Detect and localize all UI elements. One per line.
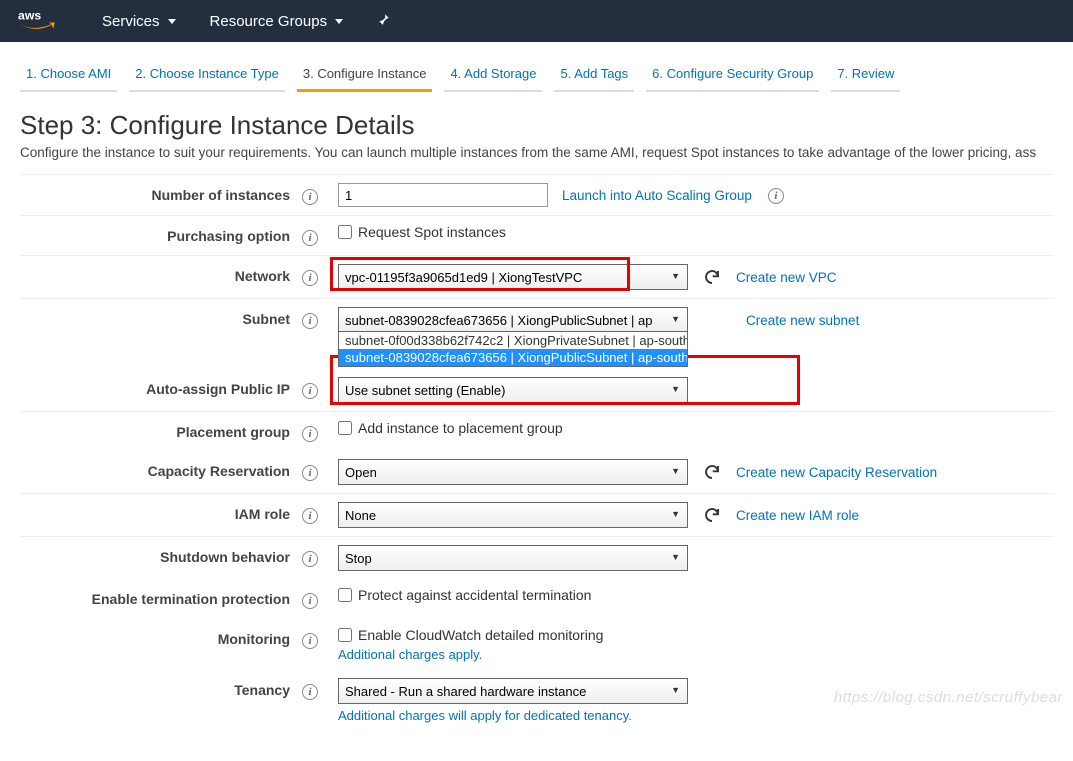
row-termination: Enable termination protection i Protect …: [20, 579, 1053, 619]
info-icon[interactable]: i: [766, 186, 786, 204]
label-auto-ip: Auto-assign Public IP: [20, 377, 300, 397]
tab-configure-instance[interactable]: 3. Configure Instance: [297, 60, 433, 92]
placement-checkbox-label: Add instance to placement group: [358, 420, 563, 436]
top-nav: aws Services Resource Groups: [0, 0, 1073, 42]
row-shutdown: Shutdown behavior i Stop: [20, 536, 1053, 579]
tab-choose-ami[interactable]: 1. Choose AMI: [20, 60, 117, 92]
nav-resource-groups-label: Resource Groups: [210, 13, 328, 30]
info-icon[interactable]: i: [300, 377, 320, 399]
page-title: Step 3: Configure Instance Details: [20, 110, 1053, 141]
create-vpc-link[interactable]: Create new VPC: [736, 270, 837, 285]
info-icon[interactable]: i: [300, 545, 320, 567]
info-icon[interactable]: i: [300, 627, 320, 649]
row-capacity: Capacity Reservation i Open Create new C…: [20, 451, 1053, 493]
row-num-instances: Number of instances i Launch into Auto S…: [20, 174, 1053, 215]
tab-add-tags[interactable]: 5. Add Tags: [554, 60, 634, 92]
create-capacity-link[interactable]: Create new Capacity Reservation: [736, 465, 937, 480]
placement-checkbox[interactable]: [338, 421, 352, 435]
info-icon[interactable]: i: [300, 459, 320, 481]
refresh-icon[interactable]: [702, 267, 722, 287]
info-icon[interactable]: i: [300, 587, 320, 609]
nav-services-label: Services: [102, 13, 160, 30]
num-instances-input[interactable]: [338, 183, 548, 207]
create-subnet-link[interactable]: Create new subnet: [746, 313, 859, 328]
tenancy-select[interactable]: Shared - Run a shared hardware instance: [338, 678, 688, 704]
placement-checkbox-row[interactable]: Add instance to placement group: [338, 420, 563, 436]
subnet-select[interactable]: subnet-0839028cfea673656 | XiongPublicSu…: [338, 307, 688, 333]
label-subnet: Subnet: [20, 307, 300, 327]
tab-choose-instance-type[interactable]: 2. Choose Instance Type: [129, 60, 285, 92]
info-icon[interactable]: i: [300, 224, 320, 246]
monitoring-checkbox-row[interactable]: Enable CloudWatch detailed monitoring: [338, 627, 1053, 643]
info-icon[interactable]: i: [300, 502, 320, 524]
subnet-option-selected[interactable]: subnet-0839028cfea673656 | XiongPublicSu…: [339, 349, 687, 366]
refresh-icon[interactable]: [702, 505, 722, 525]
row-purchasing: Purchasing option i Request Spot instanc…: [20, 215, 1053, 255]
termination-checkbox[interactable]: [338, 588, 352, 602]
label-network: Network: [20, 264, 300, 284]
tab-review[interactable]: 7. Review: [831, 60, 900, 92]
page-description: Configure the instance to suit your requ…: [20, 145, 1053, 160]
auto-scaling-link[interactable]: Launch into Auto Scaling Group: [562, 188, 752, 203]
watermark: https://blog.csdn.net/scruffybear: [834, 689, 1063, 706]
info-icon[interactable]: i: [300, 678, 320, 700]
network-select[interactable]: vpc-01195f3a9065d1ed9 | XiongTestVPC: [338, 264, 688, 290]
pin-icon[interactable]: [377, 12, 391, 31]
monitoring-checkbox[interactable]: [338, 628, 352, 642]
subnet-option[interactable]: subnet-0f00d338b62f742c2 | XiongPrivateS…: [339, 332, 687, 349]
row-placement: Placement group i Add instance to placem…: [20, 411, 1053, 451]
label-tenancy: Tenancy: [20, 678, 300, 698]
tab-add-storage[interactable]: 4. Add Storage: [444, 60, 542, 92]
label-monitoring: Monitoring: [20, 627, 300, 647]
row-network: Network i vpc-01195f3a9065d1ed9 | XiongT…: [20, 255, 1053, 298]
row-iam: IAM role i None Create new IAM role: [20, 493, 1053, 536]
spot-checkbox[interactable]: [338, 225, 352, 239]
tenancy-charges-text: Additional charges will apply for dedica…: [338, 708, 1053, 723]
info-icon[interactable]: i: [300, 420, 320, 442]
nav-resource-groups[interactable]: Resource Groups: [210, 13, 344, 30]
monitoring-checkbox-label: Enable CloudWatch detailed monitoring: [358, 627, 603, 643]
label-num-instances: Number of instances: [20, 183, 300, 203]
label-iam: IAM role: [20, 502, 300, 522]
label-placement: Placement group: [20, 420, 300, 440]
page-body: Step 3: Configure Instance Details Confi…: [0, 92, 1073, 761]
svg-text:aws: aws: [18, 8, 41, 22]
spot-checkbox-row[interactable]: Request Spot instances: [338, 224, 506, 240]
label-shutdown: Shutdown behavior: [20, 545, 300, 565]
wizard-tabs: 1. Choose AMI 2. Choose Instance Type 3.…: [0, 42, 1073, 92]
info-icon[interactable]: i: [300, 183, 320, 205]
tab-security-group[interactable]: 6. Configure Security Group: [646, 60, 819, 92]
auto-ip-select[interactable]: Use subnet setting (Enable): [338, 377, 688, 403]
nav-services[interactable]: Services: [102, 13, 176, 30]
info-icon[interactable]: i: [300, 264, 320, 286]
create-iam-link[interactable]: Create new IAM role: [736, 508, 859, 523]
iam-select[interactable]: None: [338, 502, 688, 528]
label-purchasing: Purchasing option: [20, 224, 300, 244]
aws-logo[interactable]: aws: [18, 7, 64, 35]
info-icon[interactable]: i: [300, 307, 320, 329]
row-subnet: Subnet i subnet-0839028cfea673656 | Xion…: [20, 298, 1053, 341]
monitoring-charges-link[interactable]: Additional charges apply.: [338, 647, 1053, 662]
capacity-select[interactable]: Open: [338, 459, 688, 485]
label-termination: Enable termination protection: [20, 587, 300, 607]
row-monitoring: Monitoring i Enable CloudWatch detailed …: [20, 619, 1053, 670]
subnet-dropdown-list: subnet-0f00d338b62f742c2 | XiongPrivateS…: [338, 331, 688, 367]
shutdown-select[interactable]: Stop: [338, 545, 688, 571]
label-capacity: Capacity Reservation: [20, 459, 300, 479]
spot-checkbox-label: Request Spot instances: [358, 224, 506, 240]
termination-checkbox-label: Protect against accidental termination: [358, 587, 591, 603]
termination-checkbox-row[interactable]: Protect against accidental termination: [338, 587, 591, 603]
row-auto-ip: Auto-assign Public IP i Use subnet setti…: [20, 369, 1053, 411]
refresh-icon[interactable]: [702, 462, 722, 482]
